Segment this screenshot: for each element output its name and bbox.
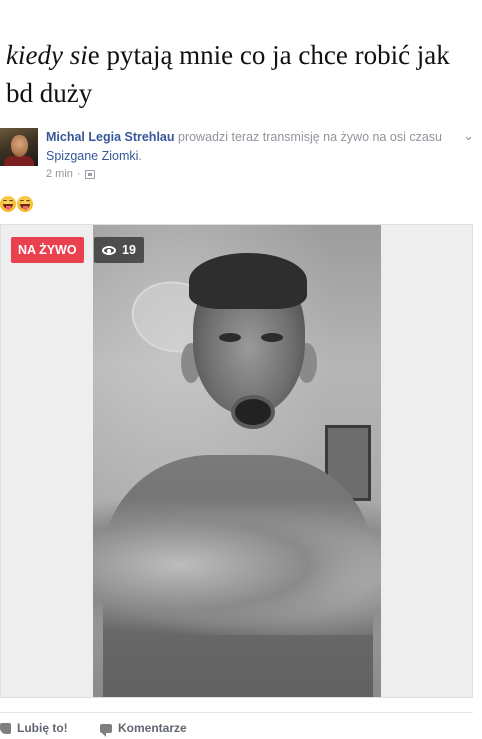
- laughing-emoji-icon: [0, 196, 16, 212]
- laughing-emoji-icon: [17, 196, 33, 212]
- live-badge: NA ŻYWO: [11, 237, 84, 263]
- comment-button[interactable]: Komentarze: [100, 721, 187, 737]
- person-hands: [93, 495, 381, 635]
- post-timestamp[interactable]: 2 min: [46, 168, 73, 180]
- live-action-text: prowadzi teraz transmisję na żywo na osi…: [174, 130, 442, 144]
- author-name-link[interactable]: Michal Legia Strehlau: [46, 130, 175, 144]
- person-mouth: [231, 395, 275, 429]
- post-header-text: Michal Legia Strehlau prowadzi teraz tra…: [46, 128, 446, 166]
- eye-icon: [102, 245, 116, 255]
- reaction-emojis: [0, 196, 33, 212]
- like-button[interactable]: Lubię to!: [0, 721, 68, 735]
- person-hair: [189, 253, 307, 309]
- post-header: Michal Legia Strehlau prowadzi teraz tra…: [0, 126, 482, 186]
- comment-icon: [100, 723, 112, 737]
- video-frame: [93, 225, 381, 697]
- chevron-down-icon[interactable]: ⌄: [463, 128, 474, 144]
- post-meta: 2 min ·: [46, 168, 95, 180]
- viewer-count: 19: [122, 243, 136, 257]
- group-suffix: .: [138, 149, 142, 163]
- like-label: Lubię to!: [17, 721, 68, 735]
- author-avatar[interactable]: [0, 128, 38, 166]
- comment-label: Komentarze: [118, 721, 187, 735]
- post-actions-bar: Lubię to! Komentarze: [0, 712, 473, 739]
- viewer-count-badge: 19: [94, 237, 144, 263]
- post-caption: kiedy sie pytają mnie co ja chce robić j…: [6, 36, 476, 112]
- group-link[interactable]: Spizgane Ziomki: [46, 149, 138, 163]
- live-video-player[interactable]: NA ŻYWO 19: [0, 224, 473, 698]
- audience-icon[interactable]: [84, 169, 95, 179]
- thumbs-up-icon: [0, 722, 11, 734]
- caption-italic: kiedy si: [6, 40, 88, 70]
